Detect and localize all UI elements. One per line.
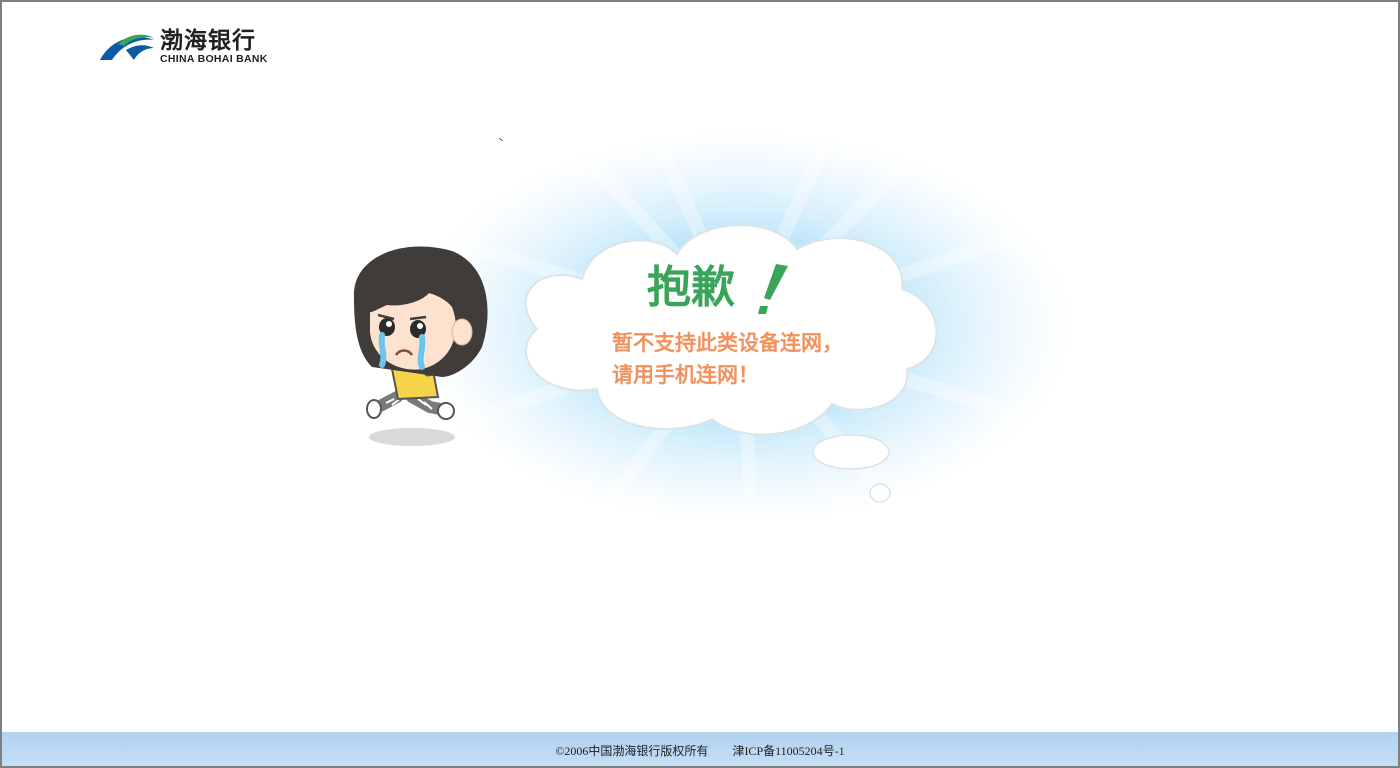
footer-text: ©2006中国渤海银行版权所有 津ICP备11005204号-1: [2, 742, 1398, 759]
message-line-1: 暂不支持此类设备连网，: [612, 331, 843, 355]
message-line-2: 请用手机连网！: [612, 363, 759, 387]
sorry-title: 抱歉: [647, 262, 735, 313]
thought-bubble-mid-icon: [812, 434, 890, 470]
page-frame: 渤海银行 CHINA BOHAI BANK 抱歉 暂不支持此类设备连网， 请用手…: [0, 0, 1400, 768]
thought-bubble-small-icon: [869, 483, 891, 503]
copyright-text: ©2006中国渤海银行版权所有: [555, 744, 709, 758]
exclamation-icon: [758, 264, 788, 314]
error-illustration: 抱歉 暂不支持此类设备连网， 请用手机连网！: [2, 2, 1398, 730]
crying-boy-icon: [353, 246, 488, 446]
icp-link[interactable]: 津ICP备11005204号-1: [732, 742, 844, 759]
footer: ©2006中国渤海银行版权所有 津ICP备11005204号-1: [2, 732, 1398, 766]
